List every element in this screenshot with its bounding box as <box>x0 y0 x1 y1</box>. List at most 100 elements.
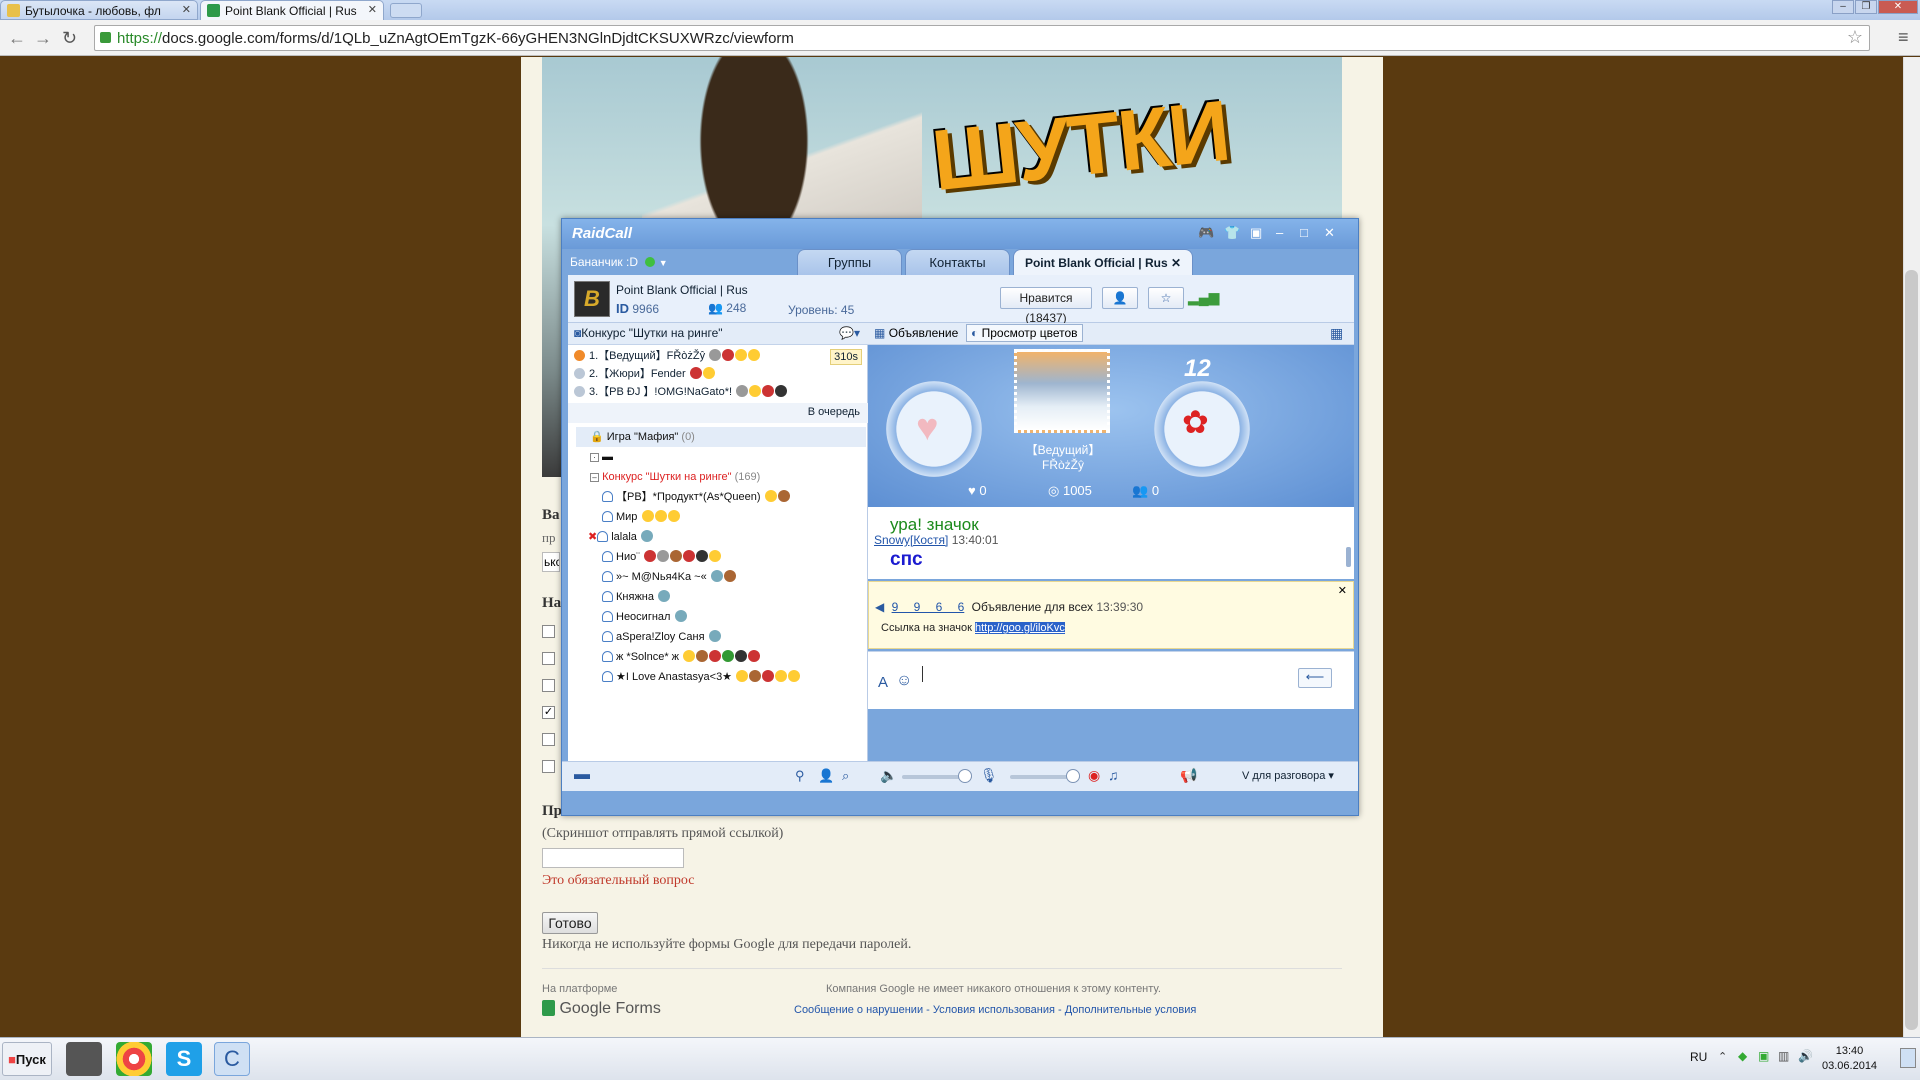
tab-contacts[interactable]: Контакты <box>905 249 1010 275</box>
tree-user[interactable]: ★I Love Anastasya<3★ <box>576 667 866 687</box>
skype-icon[interactable]: S <box>166 1042 202 1076</box>
mic-slot[interactable]: 2.【Жюри】Fender <box>574 365 864 383</box>
mic-icon[interactable]: 🎙 <box>980 767 998 784</box>
close-tab-icon[interactable]: ✕ <box>182 3 191 16</box>
chrome-icon[interactable] <box>116 1042 152 1076</box>
send-button[interactable]: ⟵ <box>1298 668 1332 688</box>
font-icon[interactable]: A <box>878 674 888 691</box>
view-colors-button[interactable]: ◐ Просмотр цветов <box>966 324 1083 342</box>
tree-user[interactable]: ✖ lalala <box>576 527 866 547</box>
gamepad-icon[interactable]: 🎮 <box>1198 225 1214 241</box>
mic-slot[interactable]: 1.【Ведущий】FŘòżŽŷ 310s <box>574 347 864 365</box>
favorite-star-button[interactable]: ☆ <box>1148 287 1184 309</box>
address-bar[interactable]: https://docs.google.com/forms/d/1QLb_uZn… <box>94 25 1870 51</box>
chat-username[interactable]: Snowy[Костя] <box>874 533 948 547</box>
chat-input-area[interactable]: A ☺ ⟵ <box>868 651 1354 709</box>
tree-user[interactable]: Мир <box>576 507 866 527</box>
minus-icon[interactable]: ▬ <box>574 766 590 784</box>
text-cursor <box>922 666 923 682</box>
minimize-icon[interactable]: – <box>1276 225 1283 240</box>
tab-groups[interactable]: Группы <box>797 249 902 275</box>
tray-network-icon[interactable]: ▥ <box>1778 1049 1789 1063</box>
tree-user[interactable]: »~ M@Nья4Ka ~« <box>576 567 866 587</box>
announcement-link[interactable]: http://goo.gl/iloKvc <box>974 622 1065 634</box>
google-forms-logo[interactable]: Google Forms <box>542 1000 661 1018</box>
tree-channel-contest[interactable]: – Конкурс "Шутки на ринге" (169) <box>576 467 866 487</box>
tree-channel-mafia[interactable]: 🔒 Игра "Мафия" (0) <box>576 427 866 447</box>
raidcall-taskbar-icon[interactable]: C <box>214 1042 250 1076</box>
world-of-tanks-icon[interactable] <box>66 1042 102 1076</box>
shirt-icon[interactable]: 👕 <box>1224 225 1240 241</box>
new-tab-button[interactable] <box>390 3 422 18</box>
tree-user[interactable]: 【PB】*Продукт*(As*Queen) <box>576 487 866 507</box>
screenshot-link-input[interactable] <box>542 848 684 868</box>
tab-google-forms[interactable]: Point Blank Official | Rus ✕ <box>200 0 384 20</box>
tab-butylochka[interactable]: Бутылочка - любовь, фл ✕ <box>0 0 198 20</box>
megaphone-icon[interactable]: 📢 <box>1180 767 1197 784</box>
checkbox-option-checked[interactable]: ✓ <box>542 706 555 719</box>
tree-channel-empty[interactable]: · ▬ <box>576 447 866 467</box>
speaker-icon[interactable]: 🔈 <box>880 767 897 784</box>
close-tab-icon[interactable]: ✕ <box>368 3 377 16</box>
close-window-button[interactable]: ✕ <box>1878 0 1918 14</box>
tree-user[interactable]: Нио¨ <box>576 547 866 567</box>
settings-icon[interactable]: ▣ <box>1250 225 1262 241</box>
checkbox-option[interactable] <box>542 733 555 746</box>
close-announcement-icon[interactable]: ✕ <box>1338 584 1347 597</box>
language-indicator[interactable]: RU <box>1690 1050 1707 1064</box>
music-icon[interactable]: ♫ <box>1108 767 1119 783</box>
tray-volume-icon[interactable]: 🔊 <box>1798 1049 1813 1063</box>
tree-user[interactable]: Неосигнал <box>576 607 866 627</box>
submit-button[interactable]: Готово <box>542 912 598 934</box>
chat-scrollbar[interactable] <box>1346 547 1351 567</box>
tray-app-icon[interactable]: ▣ <box>1758 1049 1769 1063</box>
checkbox-option[interactable] <box>542 679 555 692</box>
calendar-icon[interactable]: ▦ <box>1330 325 1343 342</box>
add-user-button[interactable]: 👤 <box>1102 287 1138 309</box>
checkbox-option[interactable] <box>542 625 555 638</box>
checkbox-option[interactable] <box>542 652 555 665</box>
record-icon[interactable]: ◉ <box>1088 767 1100 784</box>
mic-volume-knob[interactable] <box>1066 769 1080 783</box>
forward-arrow-icon[interactable]: → <box>34 28 52 49</box>
clock[interactable]: 13:40 03.06.2014 <box>1822 1044 1877 1074</box>
back-arrow-icon[interactable]: ← <box>8 28 26 49</box>
tree-user[interactable]: ж *Solnce* ж <box>576 647 866 667</box>
maximize-icon[interactable]: □ <box>1300 225 1308 240</box>
announce-button[interactable]: ▦ Объявление <box>874 326 958 340</box>
tray-expand-icon[interactable]: ⌃ <box>1718 1050 1727 1063</box>
scrollbar-thumb[interactable] <box>1905 270 1918 1030</box>
text-answer-input[interactable]: ькс <box>542 552 560 572</box>
queue-button[interactable]: В очередь <box>568 403 868 423</box>
show-desktop-button[interactable] <box>1900 1048 1916 1068</box>
current-user[interactable]: Бананчик :D ▼ <box>570 255 668 269</box>
collapse-icon[interactable]: – <box>590 473 599 482</box>
start-button[interactable]: ■Пуск <box>2 1042 52 1076</box>
host-avatar[interactable] <box>1014 349 1110 433</box>
search-icon[interactable]: ⌕ <box>842 768 849 784</box>
tray-shield-icon[interactable]: ◆ <box>1738 1049 1747 1063</box>
close-tab-icon[interactable]: ✕ <box>1171 256 1181 270</box>
emoji-icon[interactable]: ☺ <box>896 672 912 690</box>
chevron-down-icon[interactable]: ▼ <box>659 258 668 268</box>
user-search-icon[interactable]: 👤 <box>818 768 834 784</box>
rose-ring[interactable]: ✿ <box>1154 381 1250 477</box>
tree-user[interactable]: Княжна <box>576 587 866 607</box>
reload-icon[interactable]: ↻ <box>62 28 77 49</box>
close-icon[interactable]: ✕ <box>1324 225 1335 241</box>
heart-ring[interactable]: ♥ <box>886 381 982 477</box>
tab-channel[interactable]: Point Blank Official | Rus ✕ <box>1013 249 1193 275</box>
checkbox-option[interactable] <box>542 760 555 773</box>
tree-user[interactable]: aSpera!Zloy Саня <box>576 627 866 647</box>
location-icon[interactable]: ⚲ <box>795 768 805 784</box>
chat-options-icon[interactable]: 💬▾ <box>839 326 860 340</box>
menu-icon[interactable]: ≡ <box>1898 27 1909 48</box>
minimize-window-button[interactable]: – <box>1832 0 1854 14</box>
mic-slot[interactable]: 3.【PB ĐJ 】!OMG!NaGato*! <box>574 383 864 401</box>
bookmark-star-icon[interactable]: ☆ <box>1847 27 1863 48</box>
footer-links[interactable]: Сообщение о нарушении - Условия использо… <box>794 1004 1196 1016</box>
restore-window-button[interactable]: ❐ <box>1855 0 1877 14</box>
voice-mode-select[interactable]: V для разговора ▾ <box>1242 769 1334 782</box>
speaker-volume-knob[interactable] <box>958 769 972 783</box>
like-button[interactable]: Нравится (18437) <box>1000 287 1092 325</box>
